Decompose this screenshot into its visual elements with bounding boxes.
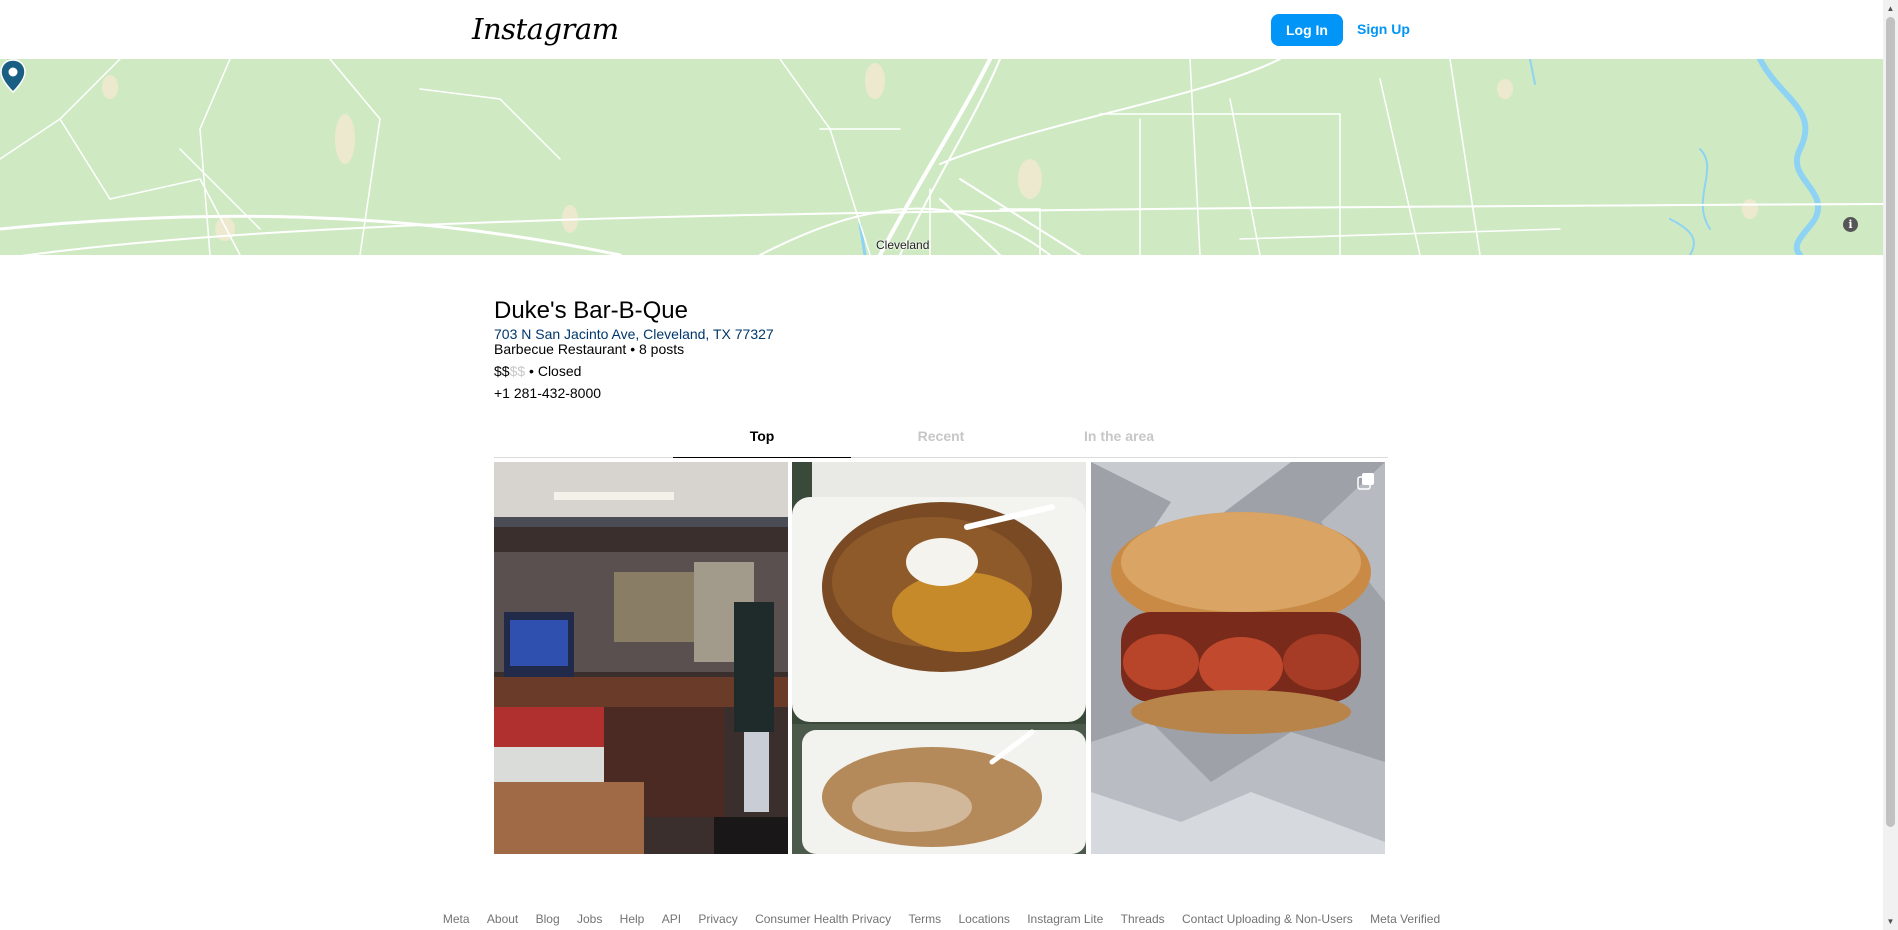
tab-recent[interactable]: Recent xyxy=(852,426,1030,457)
price-level-inactive: $$ xyxy=(509,363,526,379)
open-status: • Closed xyxy=(525,363,582,379)
place-name: Duke's Bar-B-Que xyxy=(494,297,688,324)
multiple-photos-icon xyxy=(1357,473,1374,490)
place-category-posts: Barbecue Restaurant • 8 posts xyxy=(494,341,685,357)
location-pin-icon xyxy=(0,59,26,93)
place-phone: +1 281-432-8000 xyxy=(494,385,602,401)
footer-link-instagram-lite[interactable]: Instagram Lite xyxy=(1027,912,1103,926)
footer-link-terms[interactable]: Terms xyxy=(908,912,941,926)
footer-link-contact-uploading[interactable]: Contact Uploading & Non-Users xyxy=(1182,912,1353,926)
footer-link-api[interactable]: API xyxy=(662,912,681,926)
footer-link-consumer-health-privacy[interactable]: Consumer Health Privacy xyxy=(755,912,891,926)
footer-link-meta-verified[interactable]: Meta Verified xyxy=(1370,912,1440,926)
tab-in-the-area[interactable]: In the area xyxy=(1030,426,1208,457)
tabs-divider xyxy=(494,457,1388,458)
sausage-sandwich-photo-icon xyxy=(1091,462,1385,854)
page-scrollbar[interactable]: ▲ ▼ xyxy=(1883,0,1898,930)
footer-link-locations[interactable]: Locations xyxy=(959,912,1010,926)
footer-link-meta[interactable]: Meta xyxy=(443,912,470,926)
login-button[interactable]: Log In xyxy=(1271,14,1343,46)
post-thumbnail[interactable] xyxy=(1091,462,1385,854)
place-address-link[interactable]: 703 N San Jacinto Ave, Cleveland, TX 773… xyxy=(494,326,774,342)
top-navigation-bar: Instagram Log In Sign Up xyxy=(0,0,1883,60)
footer-link-privacy[interactable]: Privacy xyxy=(698,912,737,926)
footer-link-threads[interactable]: Threads xyxy=(1121,912,1165,926)
scrollbar-thumb[interactable] xyxy=(1886,17,1895,827)
place-price-status: $$$$ • Closed xyxy=(494,363,581,379)
loaded-baked-potato-photo-icon xyxy=(792,462,1086,854)
location-map[interactable]: Cleveland xyxy=(0,59,1883,255)
footer-link-about[interactable]: About xyxy=(487,912,518,926)
footer-links: Meta About Blog Jobs Help API Privacy Co… xyxy=(0,912,1883,926)
footer-link-help[interactable]: Help xyxy=(620,912,645,926)
instagram-logo[interactable]: Instagram xyxy=(472,12,619,46)
post-thumbnail[interactable] xyxy=(494,462,788,854)
map-info-icon[interactable]: i xyxy=(1843,217,1858,232)
scroll-down-arrow-icon[interactable]: ▼ xyxy=(1883,913,1898,930)
scroll-up-arrow-icon[interactable]: ▲ xyxy=(1883,0,1898,17)
tab-top[interactable]: Top xyxy=(673,426,851,458)
map-roads xyxy=(0,59,1883,255)
map-city-label: Cleveland xyxy=(876,238,930,252)
footer-link-jobs[interactable]: Jobs xyxy=(577,912,602,926)
restaurant-interior-photo-icon xyxy=(494,462,788,854)
signup-link[interactable]: Sign Up xyxy=(1357,21,1410,37)
price-level-active: $$ xyxy=(494,363,510,379)
footer-link-blog[interactable]: Blog xyxy=(536,912,560,926)
post-thumbnail[interactable] xyxy=(792,462,1086,854)
